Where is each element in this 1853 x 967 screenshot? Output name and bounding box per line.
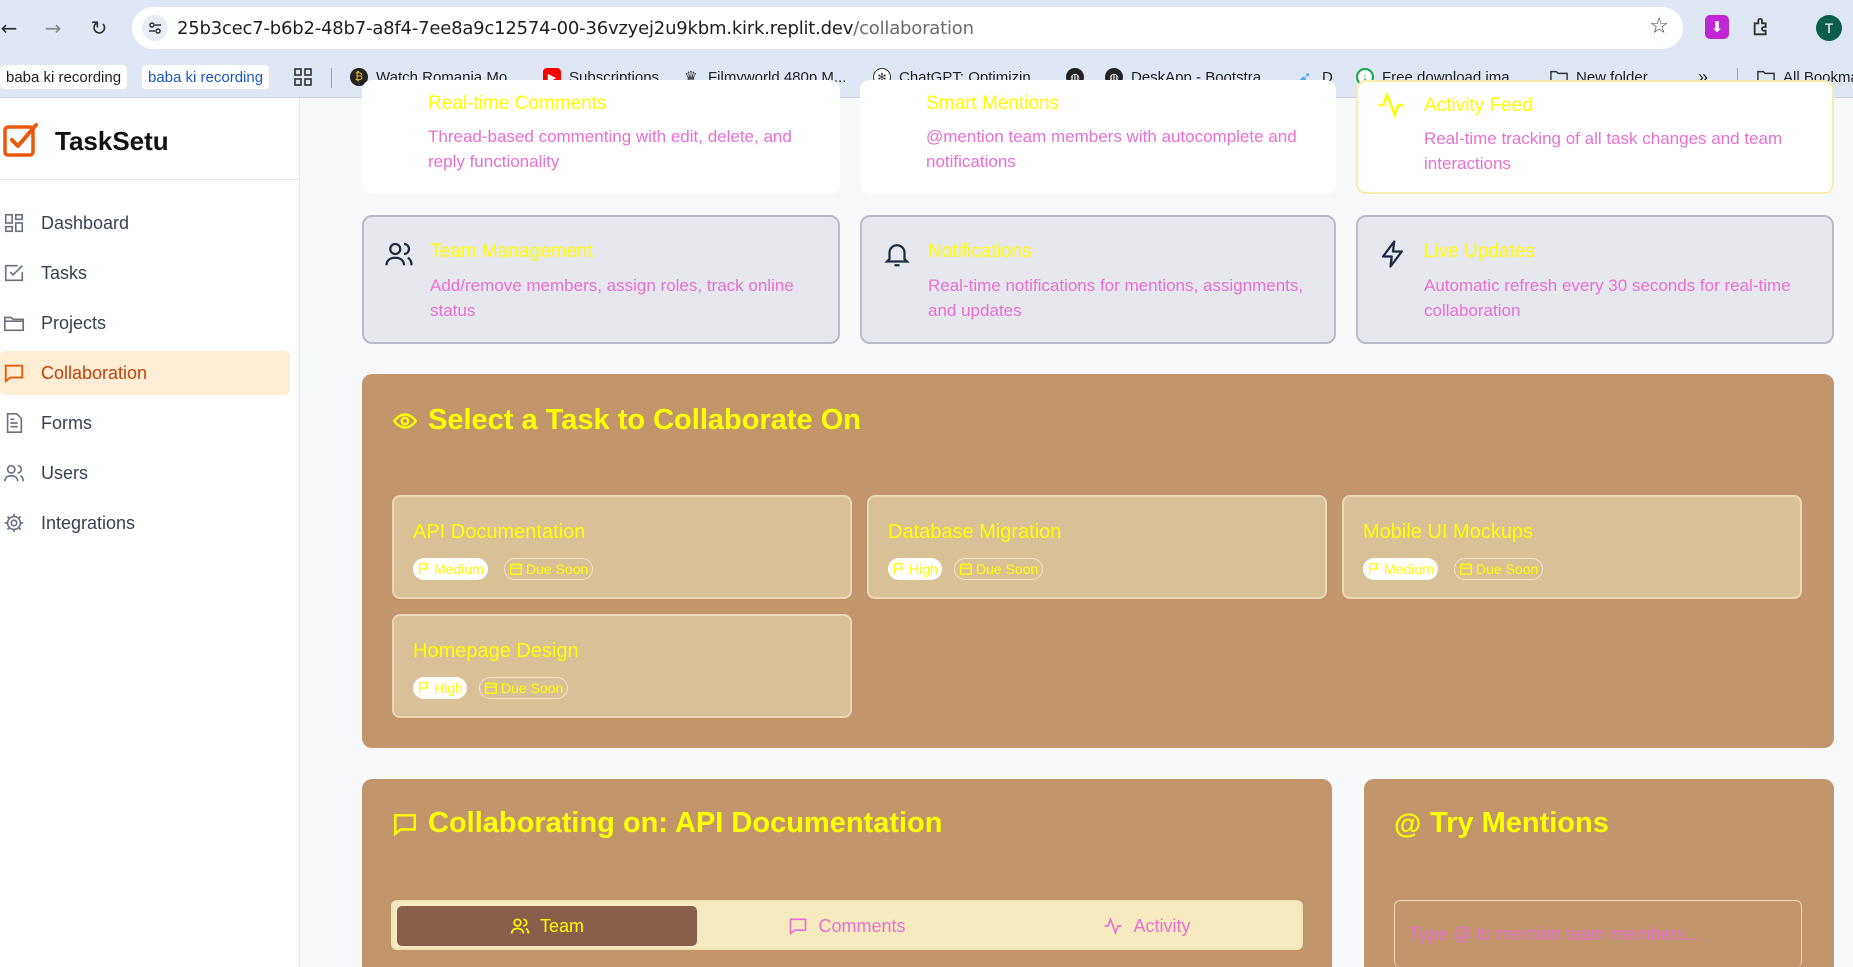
priority-badge: Medium xyxy=(413,558,488,580)
sidebar-item-forms[interactable]: Forms xyxy=(0,401,290,445)
sidebar-item-label: Tasks xyxy=(41,262,88,283)
sidebar-item-collaboration[interactable]: Collaboration xyxy=(0,351,290,395)
sidebar-item-integrations[interactable]: Integrations xyxy=(0,501,290,545)
feature-description: Thread-based commenting with edit, delet… xyxy=(428,127,792,171)
collaboration-tabs: Team Comments Activity xyxy=(391,900,1303,950)
extensions-puzzle-icon[interactable] xyxy=(1750,15,1774,39)
forward-arrow-icon[interactable]: → xyxy=(38,13,68,43)
profile-avatar[interactable]: T xyxy=(1816,15,1842,41)
tab-team[interactable]: Team xyxy=(397,906,697,946)
users-icon xyxy=(384,239,414,269)
sidebar-item-label: Integrations xyxy=(41,512,136,533)
feature-description: Real-time notifications for mentions, as… xyxy=(928,276,1304,320)
feature-title: Team Management xyxy=(430,241,593,262)
sidebar-item-tasks[interactable]: Tasks xyxy=(0,251,290,295)
feature-card-activity: Activity Feed Real-time tracking of all … xyxy=(1356,80,1834,194)
feature-title: Activity Feed xyxy=(1424,95,1533,116)
feature-description: @mention team members with autocomplete … xyxy=(926,127,1297,171)
due-badge: Due Soon xyxy=(504,558,594,580)
feature-description: Real-time tracking of all task changes a… xyxy=(1424,129,1783,173)
due-badge: Due Soon xyxy=(479,677,569,699)
sidebar-item-label: Collaboration xyxy=(41,362,148,383)
download-extension-icon[interactable]: ⬇ xyxy=(1705,15,1729,39)
dashboard-icon xyxy=(1,210,27,236)
sidebar-item-label: Projects xyxy=(41,312,107,333)
task-card-api-documentation[interactable]: API Documentation Medium Due Soon xyxy=(392,495,852,599)
reload-icon[interactable]: ↻ xyxy=(84,13,114,43)
feature-card-comments: Real-time Comments Thread-based commenti… xyxy=(362,80,840,194)
task-title: Database Migration xyxy=(888,521,1062,543)
feature-description: Add/remove members, assign roles, track … xyxy=(430,276,794,320)
lightning-icon xyxy=(1378,239,1408,269)
panel-title: Select a Task to Collaborate On xyxy=(392,404,861,437)
apps-grid-icon[interactable] xyxy=(294,65,312,89)
form-icon xyxy=(1,410,27,436)
task-card-mobile-ui-mockups[interactable]: Mobile UI Mockups Medium Due Soon xyxy=(1342,495,1802,599)
users-icon xyxy=(510,916,530,936)
sidebar: TaskSetu Dashboard Tasks Projects Collab… xyxy=(0,98,300,967)
activity-icon xyxy=(1103,916,1123,936)
mention-input[interactable] xyxy=(1395,901,1801,967)
address-bar[interactable]: 25b3cec7-b6b2-48b7-a8f4-7ee8a9c12574-00-… xyxy=(132,7,1683,49)
feature-card-notifications: Notifications Real-time notifications fo… xyxy=(860,215,1336,344)
task-title: Mobile UI Mockups xyxy=(1363,521,1534,543)
feature-card-live-updates: Live Updates Automatic refresh every 30 … xyxy=(1356,215,1834,344)
priority-badge: High xyxy=(413,677,467,699)
task-title: API Documentation xyxy=(413,521,586,543)
tab-comments[interactable]: Comments xyxy=(697,906,997,946)
task-card-homepage-design[interactable]: Homepage Design High Due Soon xyxy=(392,614,852,718)
back-arrow-icon[interactable]: ← xyxy=(0,13,24,43)
feature-title: Smart Mentions xyxy=(926,93,1060,114)
bell-icon xyxy=(882,239,912,269)
folder-icon xyxy=(1,310,27,336)
feature-title: Real-time Comments xyxy=(428,93,607,114)
panel-title: Collaborating on: API Documentation xyxy=(392,807,942,840)
feature-title: Notifications xyxy=(928,241,1032,262)
bookmark-item[interactable]: baba ki recording xyxy=(0,65,128,89)
sidebar-item-users[interactable]: Users xyxy=(0,451,290,495)
message-icon xyxy=(1,360,27,386)
at-icon: @ xyxy=(1394,807,1422,839)
message-icon xyxy=(392,811,418,837)
sidebar-item-label: Users xyxy=(41,462,89,483)
select-task-panel: Select a Task to Collaborate On API Docu… xyxy=(362,374,1834,748)
sidebar-item-projects[interactable]: Projects xyxy=(0,301,290,345)
due-badge: Due Soon xyxy=(954,558,1044,580)
task-title: Homepage Design xyxy=(413,640,579,662)
tab-activity[interactable]: Activity xyxy=(997,906,1297,946)
url-text: 25b3cec7-b6b2-48b7-a8f4-7ee8a9c12574-00-… xyxy=(177,18,974,39)
bookmark-separator xyxy=(331,68,332,88)
brand-header: TaskSetu xyxy=(0,98,300,180)
bookmark-item[interactable]: baba ki recording xyxy=(142,65,270,89)
eye-icon xyxy=(392,408,418,434)
feature-title: Live Updates xyxy=(1424,241,1535,262)
feature-card-team: Team Management Add/remove members, assi… xyxy=(362,215,840,344)
site-settings-icon[interactable] xyxy=(142,15,168,41)
priority-badge: Medium xyxy=(1363,558,1438,580)
feature-card-mentions: Smart Mentions @mention team members wit… xyxy=(860,80,1336,194)
tasksetu-logo-icon xyxy=(3,123,38,157)
app-name: TaskSetu xyxy=(55,126,169,156)
activity-icon xyxy=(1376,90,1406,120)
sidebar-item-label: Dashboard xyxy=(41,212,130,233)
message-icon xyxy=(788,916,808,936)
due-badge: Due Soon xyxy=(1454,558,1544,580)
mention-input-box xyxy=(1394,900,1802,967)
bookmark-star-icon[interactable]: ☆ xyxy=(1649,14,1669,39)
sidebar-item-label: Forms xyxy=(41,412,92,433)
users-icon xyxy=(1,460,27,486)
task-card-database-migration[interactable]: Database Migration High Due Soon xyxy=(867,495,1327,599)
panel-title: @ Try Mentions xyxy=(1394,807,1609,839)
gear-icon xyxy=(1,510,27,536)
browser-toolbar: ← → ↻ 25b3cec7-b6b2-48b7-a8f4-7ee8a9c125… xyxy=(0,0,1853,56)
feature-description: Automatic refresh every 30 seconds for r… xyxy=(1424,276,1791,320)
priority-badge: High xyxy=(888,558,942,580)
tasks-icon xyxy=(1,260,27,286)
sidebar-item-dashboard[interactable]: Dashboard xyxy=(0,201,290,245)
